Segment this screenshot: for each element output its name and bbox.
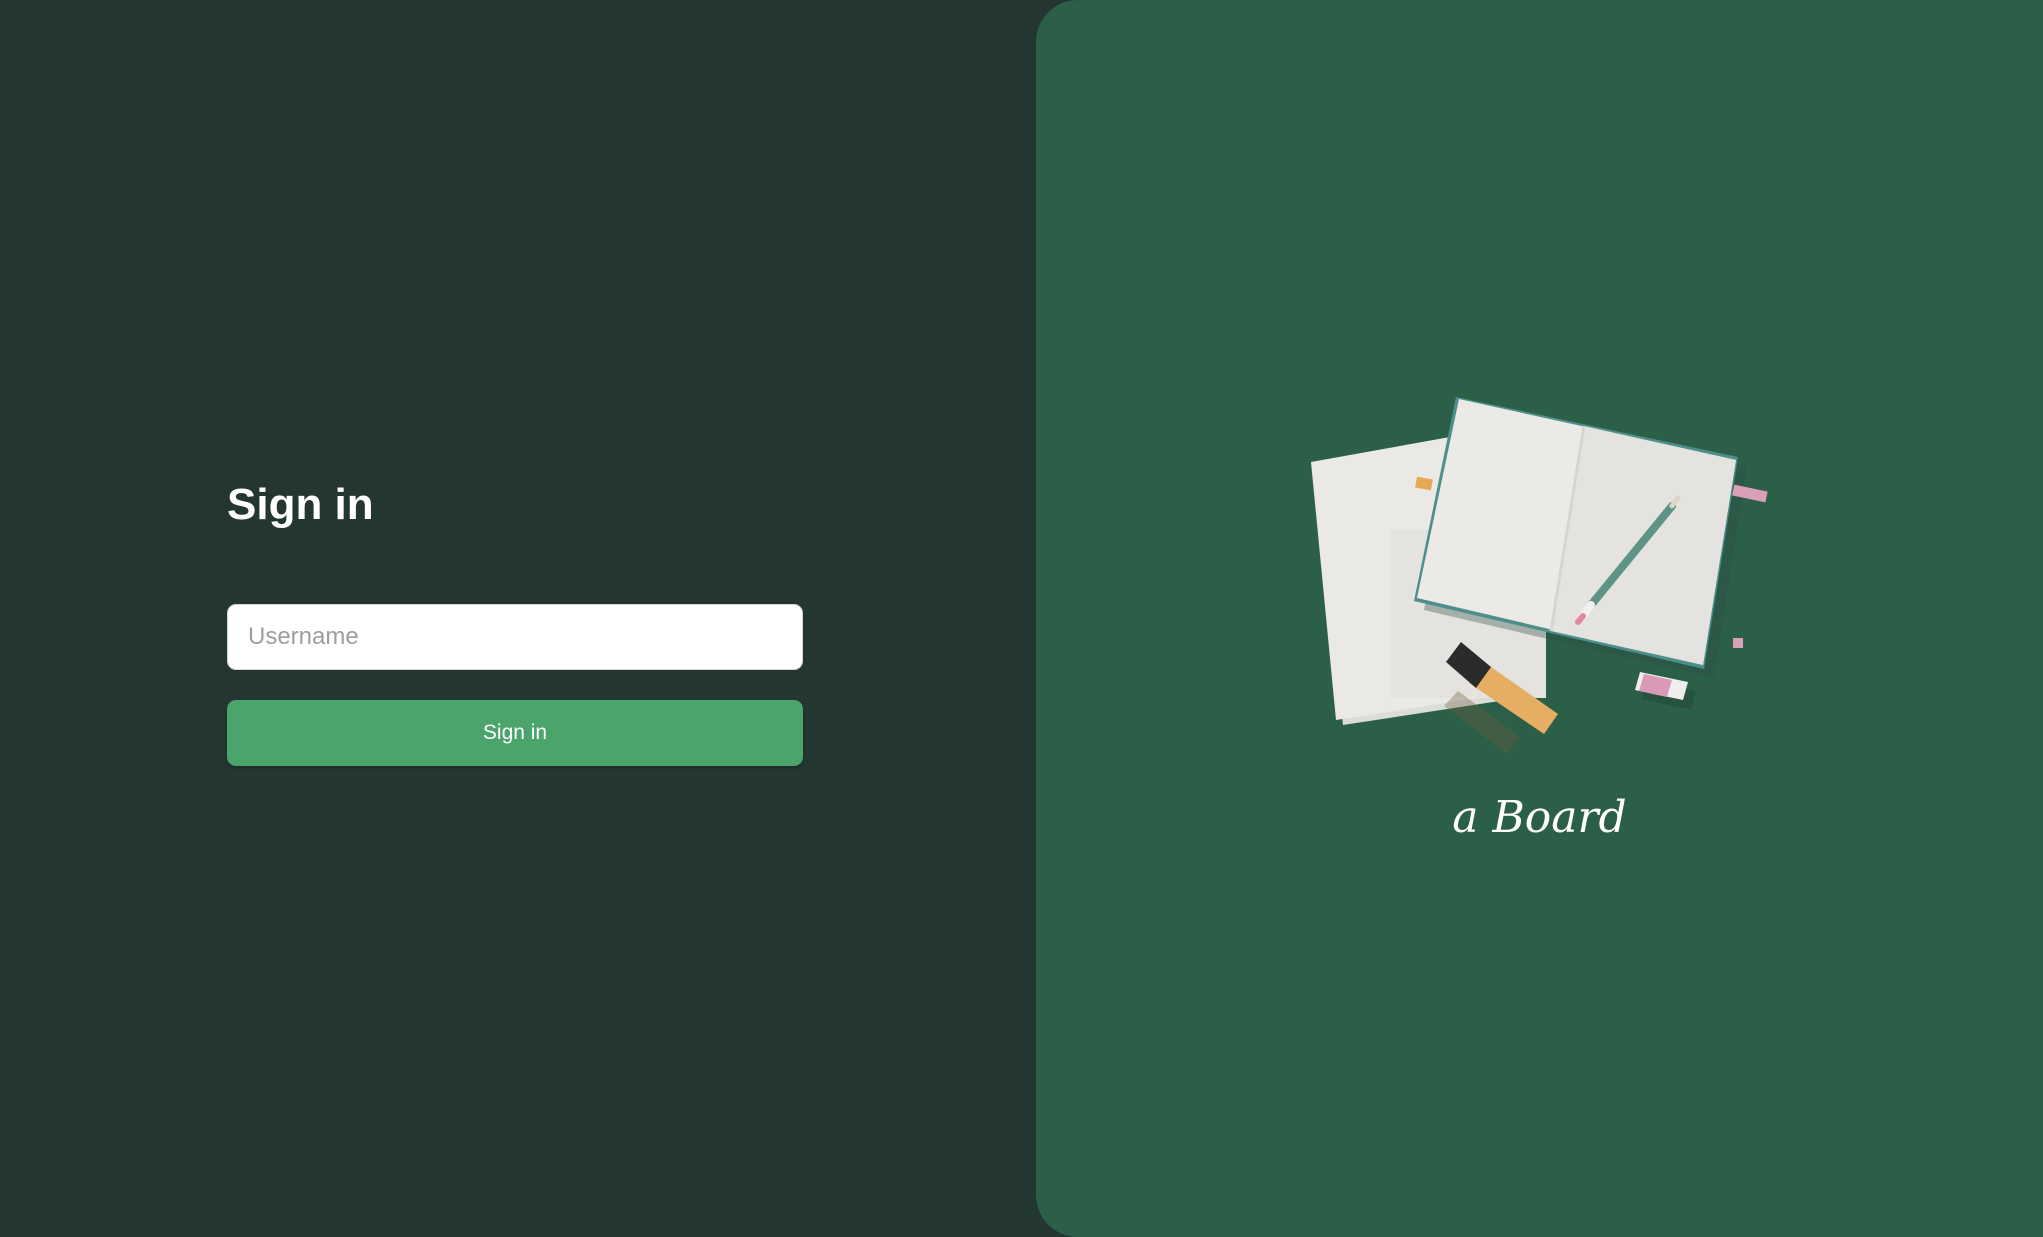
sign-in-button[interactable]: Sign in xyxy=(227,700,803,766)
page-title: Sign in xyxy=(227,480,374,529)
login-page: Sign in Sign in xyxy=(0,0,2043,1237)
username-input[interactable] xyxy=(227,604,803,670)
brand-name: a Board xyxy=(1452,792,1627,843)
login-form: Sign in Sign in xyxy=(227,476,803,766)
eraser xyxy=(1635,672,1696,710)
login-panel: Sign in Sign in xyxy=(0,0,1036,1237)
notebook-illustration xyxy=(1311,397,1768,754)
brand-panel: a Board xyxy=(1036,0,2043,1237)
